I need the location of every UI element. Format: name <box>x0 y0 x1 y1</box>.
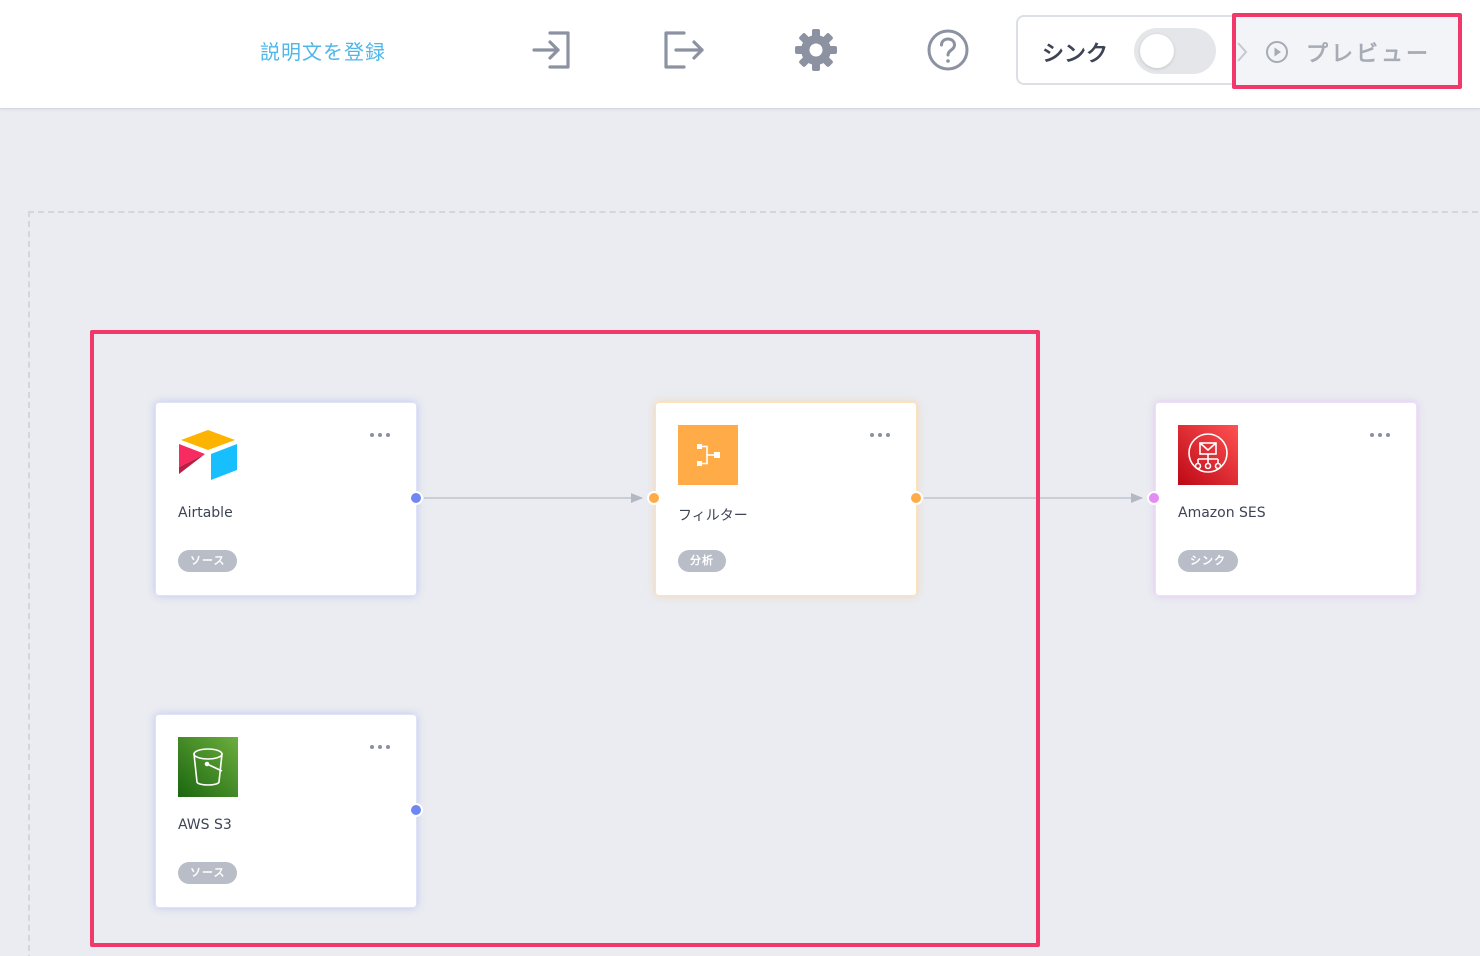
toggle-knob <box>1140 34 1174 68</box>
node-menu-button[interactable] <box>870 429 894 441</box>
node-menu-button[interactable] <box>370 429 394 441</box>
filter-icon <box>678 425 738 485</box>
top-toolbar: 説明文を登録 シンク プレビュー <box>0 0 1480 109</box>
output-port-s3[interactable] <box>409 803 423 817</box>
gear-icon[interactable] <box>794 28 838 72</box>
node-type-badge: ソース <box>178 550 238 572</box>
sync-label: シンク <box>1042 42 1109 67</box>
import-icon[interactable] <box>530 28 574 72</box>
node-menu-button[interactable] <box>1370 429 1394 441</box>
aws-s3-logo <box>178 737 238 797</box>
node-type-badge: シンク <box>1178 550 1238 572</box>
node-title: Amazon SES <box>1178 505 1266 521</box>
node-type-badge: 分析 <box>678 550 726 572</box>
register-description-link[interactable]: 説明文を登録 <box>260 36 386 65</box>
help-icon[interactable] <box>926 28 970 72</box>
node-type-badge: ソース <box>178 862 238 884</box>
output-port-airtable[interactable] <box>409 491 423 505</box>
airtable-logo <box>179 430 237 480</box>
node-title: AWS S3 <box>178 817 232 833</box>
sync-control: シンク <box>1016 15 1238 85</box>
export-icon[interactable] <box>662 28 706 72</box>
node-amazon-ses[interactable]: Amazon SES シンク <box>1155 402 1417 596</box>
play-circle-icon <box>1266 41 1288 63</box>
input-port-filter[interactable] <box>647 491 661 505</box>
node-title: Airtable <box>178 505 233 521</box>
preview-button[interactable]: プレビュー <box>1232 13 1462 89</box>
amazon-ses-logo <box>1178 425 1238 485</box>
preview-label: プレビュー <box>1306 42 1432 67</box>
node-menu-button[interactable] <box>370 741 394 753</box>
output-port-filter[interactable] <box>909 491 923 505</box>
chevron-right-icon <box>1237 42 1248 62</box>
node-airtable[interactable]: Airtable ソース <box>155 402 417 596</box>
node-filter[interactable]: フィルター 分析 <box>655 402 917 596</box>
sync-toggle[interactable] <box>1134 28 1216 74</box>
node-title: フィルター <box>678 508 748 524</box>
input-port-ses[interactable] <box>1147 491 1161 505</box>
node-aws-s3[interactable]: AWS S3 ソース <box>155 714 417 908</box>
